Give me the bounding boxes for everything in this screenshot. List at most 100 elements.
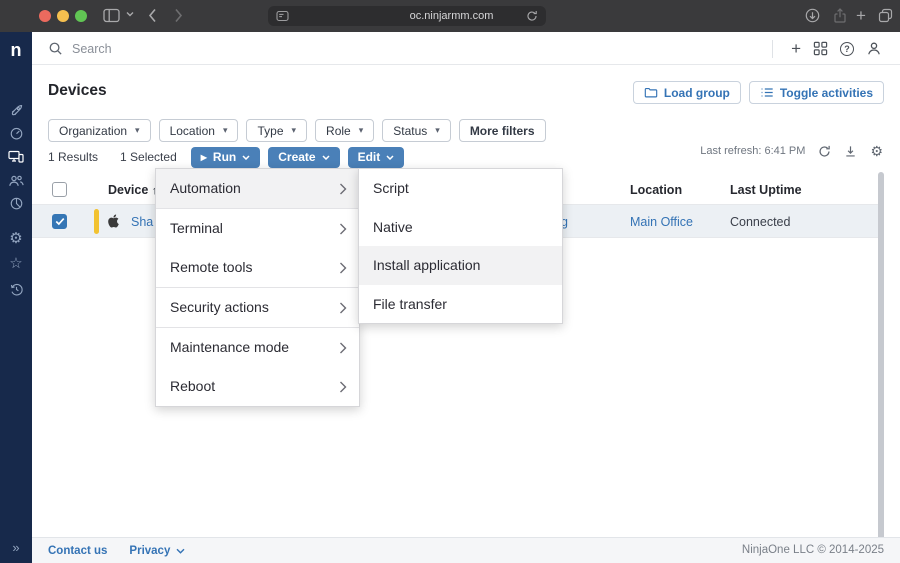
column-device[interactable]: Device ↑ — [108, 183, 157, 197]
submenu-item-native[interactable]: Native — [359, 208, 562, 247]
select-all-checkbox[interactable] — [52, 182, 67, 197]
filter-type-label: Type — [257, 124, 283, 138]
vertical-scrollbar[interactable] — [878, 172, 884, 544]
caret-down-icon: ▾ — [135, 125, 140, 136]
user-account-icon[interactable] — [866, 41, 882, 56]
caret-down-icon: ▾ — [359, 125, 364, 136]
submenu-item-file-transfer[interactable]: File transfer — [359, 285, 562, 324]
filter-status[interactable]: Status ▾ — [382, 119, 451, 142]
row-checkbox-checked[interactable] — [52, 214, 67, 229]
create-button[interactable]: Create — [268, 147, 339, 168]
caret-down-icon: ▾ — [435, 125, 440, 136]
create-label: Create — [278, 150, 315, 164]
apple-os-icon — [107, 214, 120, 228]
check-icon — [55, 217, 65, 226]
sidebar-chevron-down-icon[interactable] — [126, 11, 134, 17]
more-filters-button[interactable]: More filters — [459, 119, 546, 142]
device-name-link[interactable]: Sha — [131, 215, 153, 229]
reload-icon[interactable] — [526, 10, 538, 22]
filter-type[interactable]: Type▾ — [246, 119, 307, 142]
chevron-down-icon — [242, 155, 250, 160]
address-bar[interactable]: oc.ninjarmm.com — [268, 6, 546, 26]
submenu-item-script[interactable]: Script — [359, 169, 562, 208]
chevron-right-icon — [339, 209, 347, 248]
chevron-right-icon — [339, 288, 347, 327]
edit-button[interactable]: Edit — [348, 147, 405, 168]
download-icon[interactable] — [844, 145, 857, 158]
chevron-down-icon — [322, 155, 330, 160]
page-footer: Contact us Privacy NinjaOne LLC © 2014-2… — [32, 537, 900, 563]
filter-role-label: Role — [326, 124, 351, 138]
downloads-icon[interactable] — [805, 8, 820, 23]
location-link[interactable]: Main Office — [630, 215, 693, 229]
copyright-text: NinjaOne LLC © 2014-2025 — [742, 544, 884, 556]
chevron-right-icon — [339, 169, 347, 208]
forward-button[interactable] — [174, 8, 183, 23]
history-clock-icon[interactable] — [8, 281, 24, 297]
menu-item-reboot[interactable]: Reboot — [156, 367, 359, 406]
help-icon[interactable]: ? — [840, 42, 854, 56]
menu-item-security-actions[interactable]: Security actions — [156, 288, 359, 327]
edit-label: Edit — [358, 150, 381, 164]
website-settings-icon[interactable] — [276, 10, 289, 22]
refresh-icon[interactable] — [818, 145, 831, 158]
activity-list-icon — [760, 86, 774, 99]
results-count: 1 Results — [48, 150, 98, 164]
back-button[interactable] — [148, 8, 157, 23]
close-window-button[interactable] — [39, 10, 51, 22]
dashboard-gauge-icon[interactable] — [8, 125, 24, 141]
search-input[interactable] — [72, 42, 292, 56]
run-dropdown-menu: Automation Terminal Remote tools Securit… — [155, 168, 360, 407]
play-icon: ▶ — [201, 153, 207, 162]
app-header: + ? — [32, 32, 900, 65]
last-refresh-text: Last refresh: 6:41 PM — [700, 145, 805, 157]
privacy-link[interactable]: Privacy — [129, 545, 185, 557]
caret-down-icon: ▾ — [223, 125, 228, 136]
minimize-window-button[interactable] — [57, 10, 69, 22]
filter-status-label: Status — [393, 124, 427, 138]
chevron-down-icon — [176, 548, 185, 554]
run-button[interactable]: ▶ Run — [191, 147, 260, 168]
tab-overview-icon[interactable] — [878, 8, 893, 23]
submenu-item-install-application[interactable]: Install application — [359, 246, 562, 285]
url-text: oc.ninjarmm.com — [289, 10, 526, 22]
settings-gear-icon[interactable]: ⚙ — [8, 231, 24, 247]
chevron-right-icon — [339, 367, 347, 406]
search-icon — [48, 41, 63, 56]
favorites-star-icon[interactable]: ☆ — [8, 256, 24, 272]
filter-role[interactable]: Role ▾ — [315, 119, 374, 142]
filter-organization-label: Organization — [59, 124, 127, 138]
share-icon[interactable] — [833, 8, 847, 24]
filter-organization[interactable]: Organization ▾ — [48, 119, 151, 142]
new-tab-icon[interactable]: + — [856, 8, 866, 24]
table-settings-gear-icon[interactable]: ⚙ — [870, 144, 883, 158]
filter-location[interactable]: Location▾ — [159, 119, 239, 142]
toggle-activities-button[interactable]: Toggle activities — [749, 81, 884, 104]
selected-count: 1 Selected — [120, 150, 177, 164]
rocket-icon[interactable] — [8, 102, 24, 118]
menu-item-remote-tools[interactable]: Remote tools — [156, 248, 359, 287]
run-label: Run — [213, 150, 236, 164]
reports-pie-icon[interactable] — [8, 195, 24, 211]
last-uptime-value: Connected — [730, 215, 790, 229]
safari-sidebar-icon[interactable] — [103, 8, 120, 23]
devices-icon[interactable] — [8, 148, 24, 164]
apps-grid-icon[interactable] — [813, 41, 828, 56]
menu-item-automation[interactable]: Automation — [156, 169, 359, 208]
ninjaone-logo[interactable]: n — [0, 40, 32, 61]
action-row: 1 Results 1 Selected ▶ Run Create Edit — [48, 146, 412, 168]
contact-us-link[interactable]: Contact us — [48, 545, 107, 557]
zoom-window-button[interactable] — [75, 10, 87, 22]
load-group-button[interactable]: Load group — [633, 81, 741, 104]
add-icon[interactable]: + — [791, 41, 801, 57]
column-last-uptime[interactable]: Last Uptime — [730, 183, 802, 197]
menu-item-maintenance-mode[interactable]: Maintenance mode — [156, 328, 359, 367]
toggle-activities-label: Toggle activities — [780, 86, 873, 100]
folder-icon — [644, 86, 658, 99]
screen: oc.ninjarmm.com + n — [0, 0, 900, 563]
sidebar-expand-icon[interactable]: » — [0, 540, 32, 555]
users-icon[interactable] — [8, 172, 24, 188]
chevron-right-icon — [339, 248, 347, 287]
menu-item-terminal[interactable]: Terminal — [156, 209, 359, 248]
column-location[interactable]: Location — [630, 183, 682, 197]
